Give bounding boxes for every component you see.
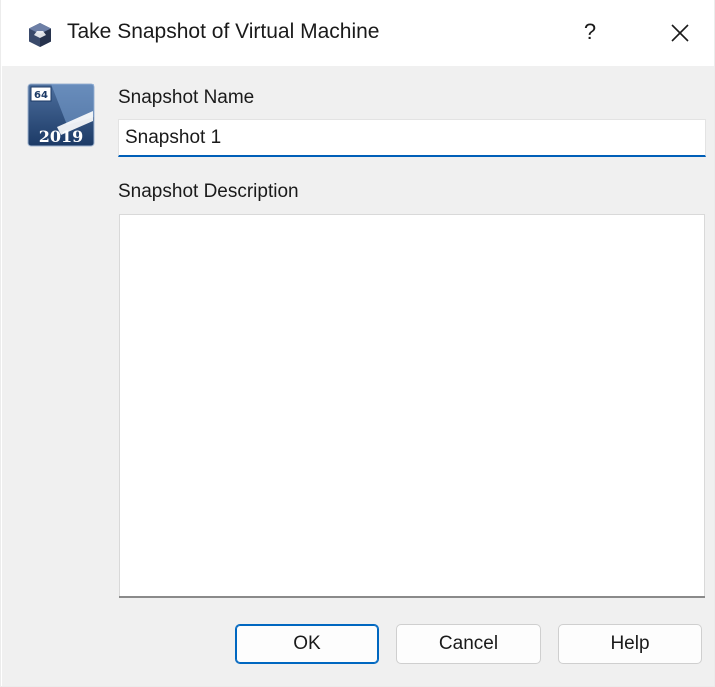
os-arch-label: 64: [34, 90, 48, 101]
snapshot-description-textarea[interactable]: [119, 214, 705, 598]
os-version-label: 2019: [39, 127, 84, 146]
close-icon[interactable]: [665, 18, 695, 48]
window-title: Take Snapshot of Virtual Machine: [67, 20, 380, 43]
snapshot-name-label: Snapshot Name: [118, 87, 255, 108]
ok-button[interactable]: OK: [235, 624, 379, 664]
help-question-button[interactable]: ?: [575, 14, 605, 50]
snapshot-name-input[interactable]: [118, 119, 706, 157]
title-bar[interactable]: Take Snapshot of Virtual Machine ?: [1, 0, 714, 66]
dialog-body: 64 2019 Snapshot Name Snapshot Descripti…: [2, 66, 714, 686]
description-underline: [119, 596, 705, 598]
cancel-button[interactable]: Cancel: [396, 624, 541, 664]
help-button[interactable]: Help: [558, 624, 702, 664]
virtualbox-cube-icon: [27, 22, 53, 48]
snapshot-description-label: Snapshot Description: [118, 181, 299, 202]
snapshot-dialog: Take Snapshot of Virtual Machine ? 64 20…: [0, 0, 715, 687]
windows-server-2019-64bit-icon: 64 2019: [27, 83, 95, 147]
